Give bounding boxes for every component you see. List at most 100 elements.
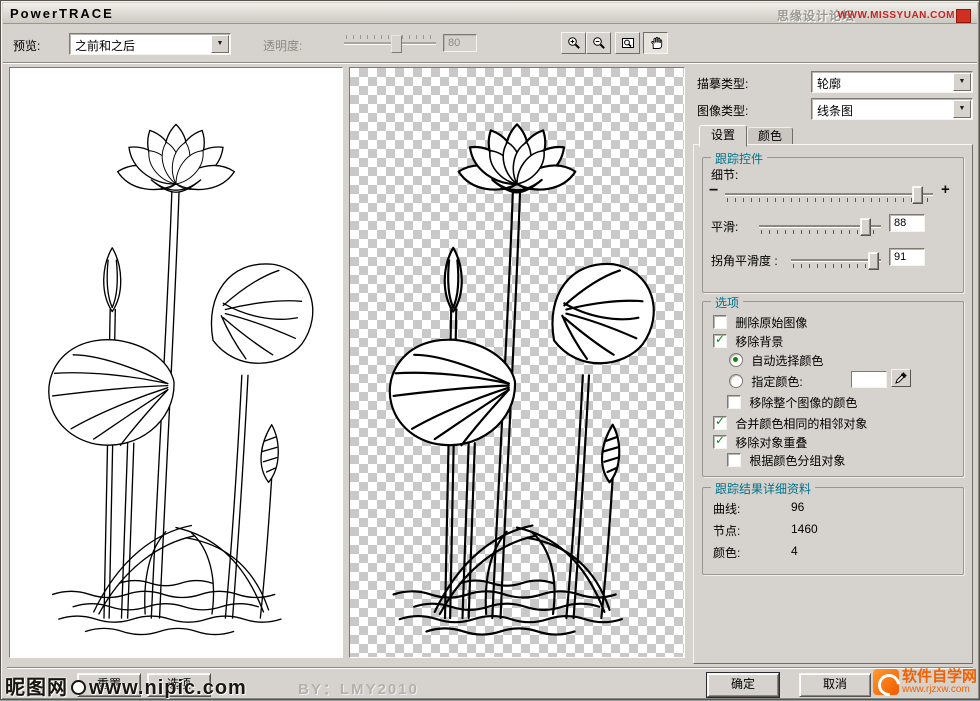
chevron-down-icon[interactable] [953,100,971,118]
watermark-rjzxw-name: 软件自学网 [902,669,977,684]
option-label: 合并颜色相同的相邻对象 [735,417,867,431]
tab-settings[interactable]: 设置 [699,125,747,147]
preview-traced-pane[interactable] [349,67,685,658]
slider-thumb[interactable] [868,252,879,270]
detail-plus[interactable]: + [941,181,950,198]
toolbar: 预览: 之前和之后 透明度: 80 [3,24,977,64]
options-group: 选项 删除原始图像 移除背景 自动选择颜色 指定颜色: [702,301,964,477]
checkbox-icon[interactable] [713,315,727,329]
image-type-label: 图像类型: [697,102,748,119]
lotus-illustration-original [16,75,336,651]
option-label: 删除原始图像 [735,316,807,330]
curves-value: 96 [791,500,804,514]
lotus-illustration-traced [357,75,677,651]
option-merge-adjacent[interactable]: 合并颜色相同的相邻对象 [713,415,867,431]
preview-mode-dropdown[interactable]: 之前和之后 [69,33,231,55]
corner-smoothness-slider[interactable] [791,250,881,270]
watermark-nipic-url: www.nipic.com [89,677,247,699]
checkbox-icon[interactable] [727,453,741,467]
option-remove-entire-color[interactable]: 移除整个图像的颜色 [727,394,857,410]
footer-separator [7,667,973,669]
smoothing-slider[interactable] [759,216,881,236]
slider-track [725,193,933,196]
option-specify-color[interactable]: 指定颜色: [729,373,803,389]
checkbox-checked-icon[interactable] [713,435,727,449]
smoothing-label: 平滑: [711,218,738,235]
cancel-button[interactable]: 取消 [799,673,871,697]
slider-ticks [727,198,931,202]
transparency-label: 透明度: [263,37,302,54]
colors-label: 颜色: [713,544,740,561]
zoom-out-button[interactable] [586,32,611,54]
detail-label: 细节: [711,166,738,183]
fit-page-icon [621,36,635,50]
slider-thumb[interactable] [860,218,871,236]
corner-smoothness-label: 拐角平滑度 : [711,252,778,269]
watermark-author: BY：LMY2010 [298,678,419,699]
watermark-nipic: 昵图网 www.nipic.com [5,671,247,700]
slider-ticks [793,264,879,268]
transparency-slider [344,33,436,53]
checkbox-checked-icon[interactable] [713,334,727,348]
nodes-value: 1460 [791,522,818,536]
image-type-value: 线条图 [817,102,954,119]
option-auto-color[interactable]: 自动选择颜色 [729,352,823,368]
option-label: 根据颜色分组对象 [749,454,845,468]
zoom-in-button[interactable] [561,32,586,54]
hand-icon [649,36,663,50]
trace-results-group: 跟踪结果详细资料 曲线: 96 节点: 1460 颜色: 4 [702,487,964,575]
option-remove-overlap[interactable]: 移除对象重叠 [713,434,807,450]
preview-original-pane[interactable] [9,67,343,658]
corner-smoothness-value[interactable]: 91 [889,248,925,266]
ok-button[interactable]: 确定 [707,673,779,697]
zoom-to-fit-button[interactable] [615,32,640,54]
checkbox-icon[interactable] [727,395,741,409]
nipic-logo-icon [71,680,86,695]
watermark-missyuan-url: WWW.MISSYUAN.COM [838,10,955,21]
window-title: PowerTRACE [10,6,114,21]
radio-icon[interactable] [729,374,743,388]
titlebar: PowerTRACE 思缘设计论坛 WWW.MISSYUAN.COM [3,3,977,24]
magnifier-plus-icon [567,36,581,50]
option-label: 移除整个图像的颜色 [749,396,857,410]
trace-type-value: 轮廓 [817,75,954,92]
option-label: 移除对象重叠 [735,436,807,450]
checkbox-checked-icon[interactable] [713,416,727,430]
trace-type-dropdown[interactable]: 轮廓 [811,71,973,93]
option-label: 自动选择颜色 [751,354,823,368]
image-type-dropdown[interactable]: 线条图 [811,98,973,120]
pan-tool-button[interactable] [643,32,668,54]
magnifier-minus-icon [592,36,606,50]
trace-type-label: 描摹类型: [697,75,748,92]
option-label: 指定颜色: [751,375,802,389]
detail-slider[interactable] [725,184,933,204]
slider-thumb[interactable] [912,186,923,204]
watermark-rjzxw-url: www.rjzxw.com [902,684,977,695]
trace-results-title: 跟踪结果详细资料 [711,480,815,497]
preview-mode-value: 之前和之后 [75,37,212,54]
radio-selected-icon[interactable] [729,353,743,367]
missyuan-logo-icon [956,9,971,23]
option-group-by-color[interactable]: 根据颜色分组对象 [727,452,845,468]
slider-thumb [391,35,402,53]
rjzxw-logo-icon [873,669,899,695]
chevron-down-icon[interactable] [953,73,971,91]
specified-color-swatch[interactable] [851,371,887,388]
options-title: 选项 [711,294,743,311]
preview-label: 预览: [13,37,40,54]
option-label: 移除背景 [735,335,783,349]
smoothing-value[interactable]: 88 [889,214,925,232]
option-remove-background[interactable]: 移除背景 [713,333,783,349]
tracking-controls-title: 跟踪控件 [711,150,767,167]
watermark-rjzxw: 软件自学网 www.rjzxw.com [873,669,977,695]
watermark-nipic-name: 昵图网 [5,677,68,699]
chevron-down-icon[interactable] [211,35,229,53]
transparency-value: 80 [443,34,477,52]
option-delete-original[interactable]: 删除原始图像 [713,314,807,330]
detail-minus[interactable]: − [709,182,718,200]
colors-value: 4 [791,544,798,558]
eyedropper-button[interactable] [891,369,911,387]
tracking-controls-group: 跟踪控件 细节: − + 平滑: 88 拐角平滑度 : 91 [702,157,964,293]
curves-label: 曲线: [713,500,740,517]
eyedropper-icon [894,371,908,385]
